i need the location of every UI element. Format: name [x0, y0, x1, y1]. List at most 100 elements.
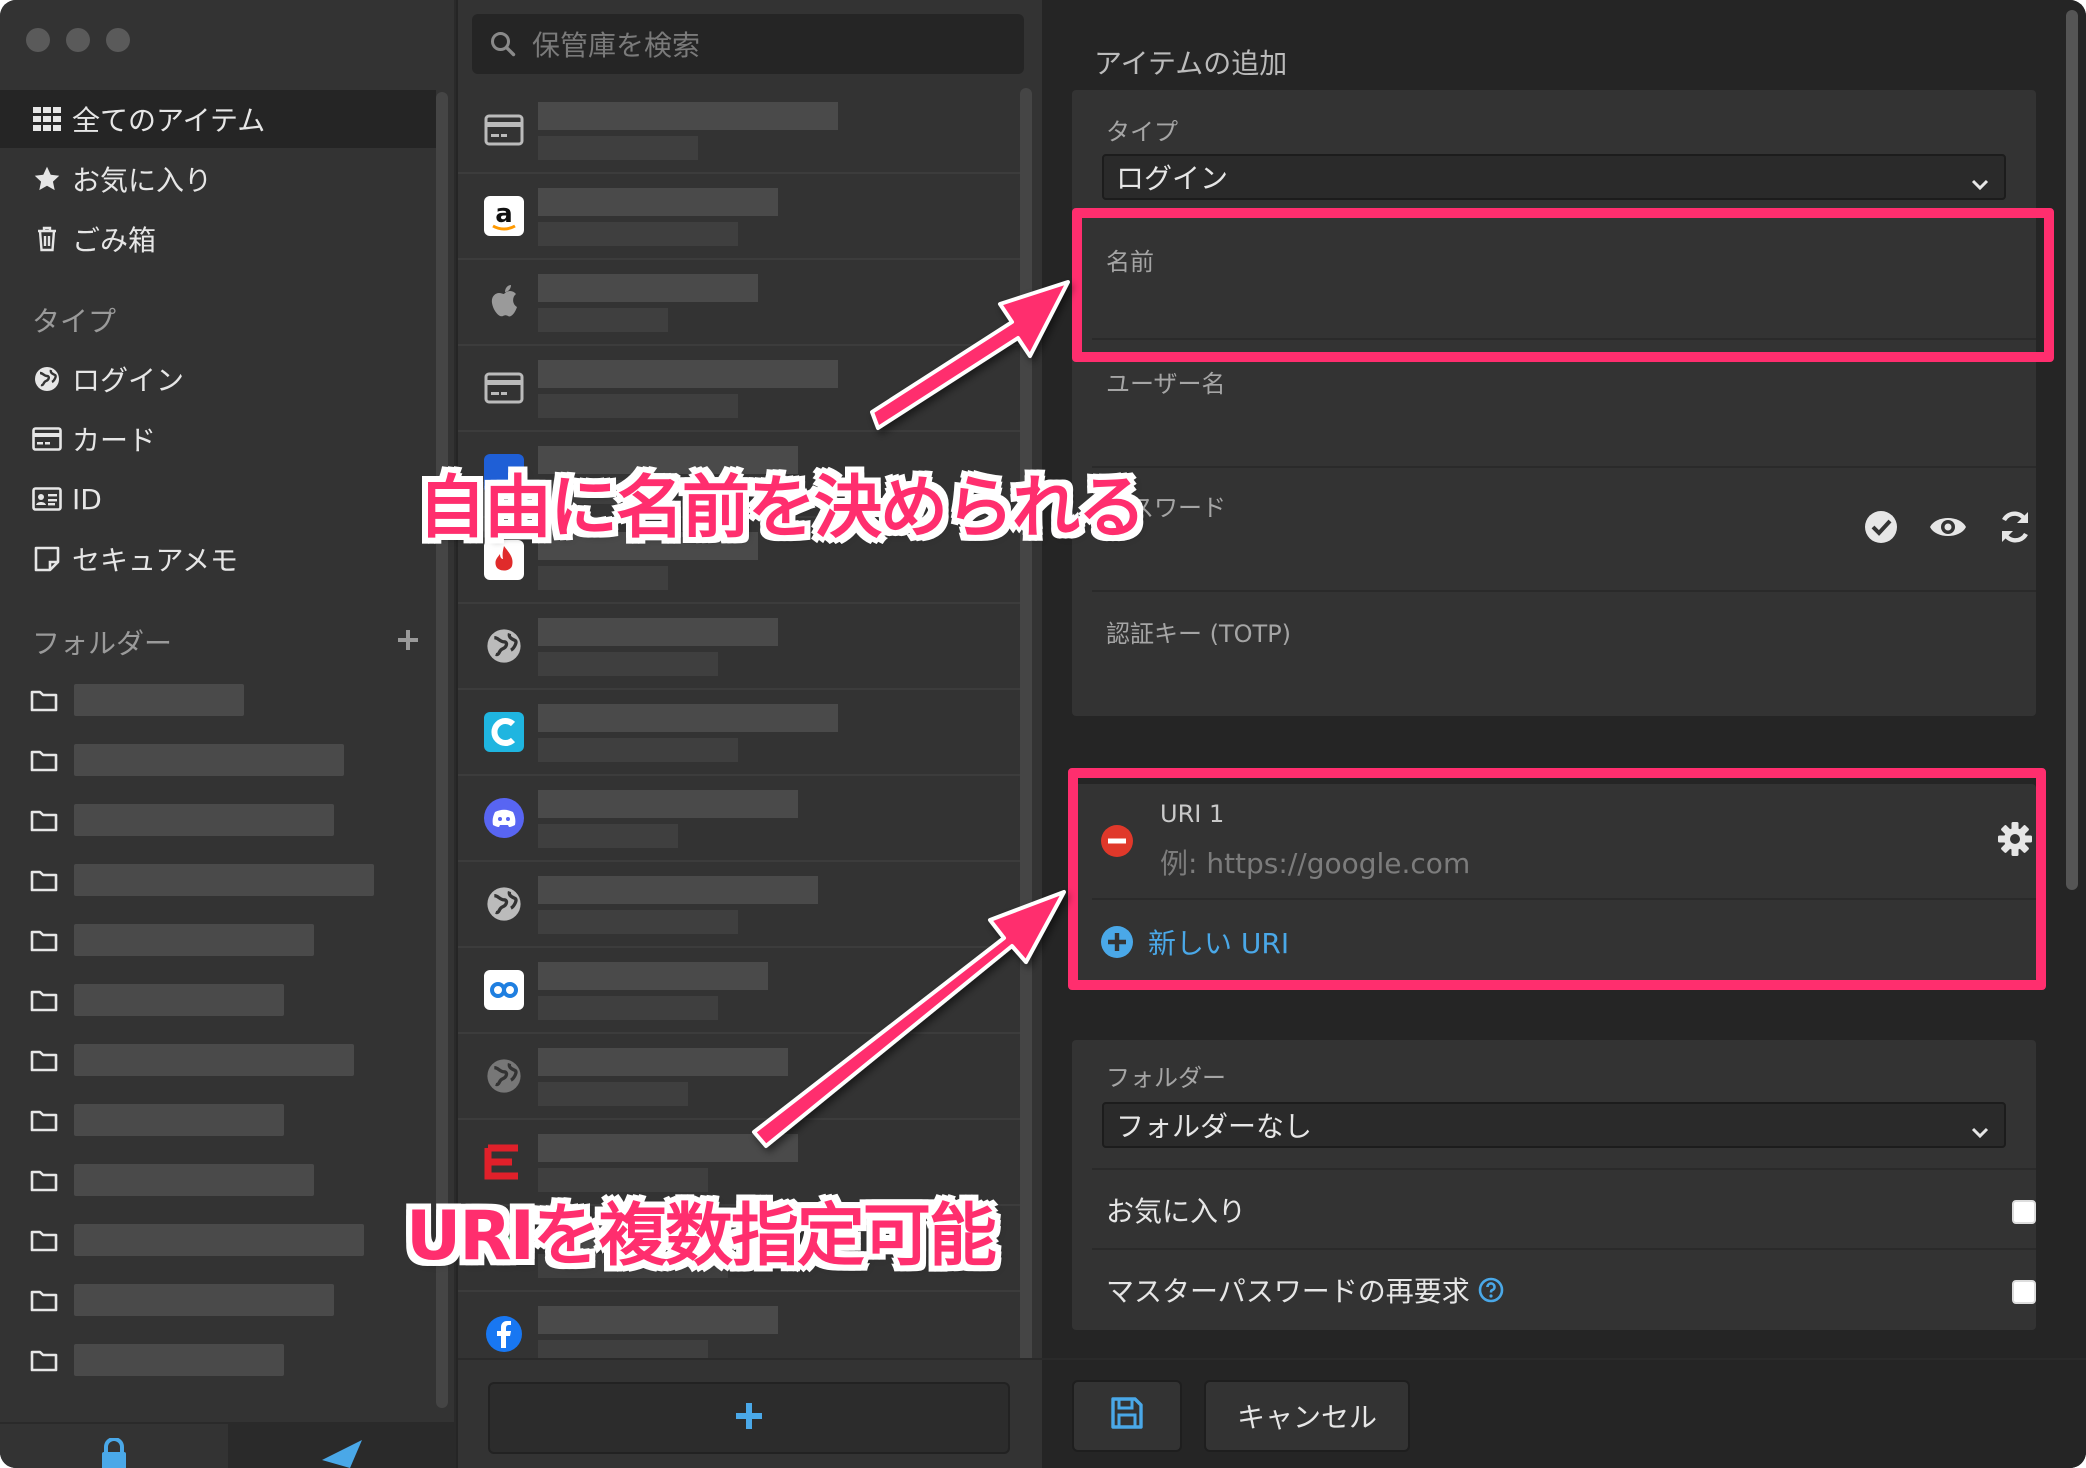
username-label: ユーザー名 — [1106, 370, 1226, 398]
folder-item[interactable] — [30, 920, 430, 960]
item-subtitle-redacted — [538, 738, 738, 762]
discord-icon — [482, 796, 526, 840]
item-name-redacted — [538, 962, 768, 990]
credit-card-icon — [30, 427, 64, 451]
sidebar-item-label: ごみ箱 — [72, 224, 157, 257]
globe-icon — [30, 366, 64, 392]
folder-icon — [30, 748, 58, 772]
editor-scrollbar[interactable] — [2066, 0, 2084, 900]
type-select[interactable]: ログイン — [1102, 154, 2006, 200]
folder-icon — [30, 928, 58, 952]
sidebar-item-secure-note[interactable]: セキュアメモ — [0, 530, 436, 588]
item-name-redacted — [538, 1048, 788, 1076]
folder-icon — [30, 808, 58, 832]
grid-icon — [30, 107, 64, 131]
item-subtitle-redacted — [538, 652, 718, 676]
list-item[interactable] — [458, 346, 1020, 432]
help-icon[interactable] — [1478, 1277, 1504, 1303]
sidebar-item-label: 全てのアイテム — [72, 104, 266, 137]
credit-card-icon — [482, 108, 526, 152]
favorite-checkbox[interactable] — [2012, 1200, 2036, 1224]
type-select-value: ログイン — [1116, 162, 1229, 195]
totp-label: 認証キー (TOTP) — [1106, 620, 1292, 648]
item-name-redacted — [538, 188, 778, 216]
chevron-down-icon — [1970, 1116, 1990, 1149]
folder-item[interactable] — [30, 680, 430, 720]
search-placeholder: 保管庫を検索 — [532, 29, 701, 62]
folder-icon — [30, 1168, 58, 1192]
folder-name-redacted — [74, 684, 244, 716]
globe-icon — [482, 624, 526, 668]
sidebar-item-trash[interactable]: ごみ箱 — [0, 210, 436, 268]
folder-item[interactable] — [30, 860, 430, 900]
folder-item[interactable] — [30, 1040, 430, 1080]
cancel-button[interactable]: キャンセル — [1204, 1380, 1410, 1452]
folder-name-redacted — [74, 804, 334, 836]
folder-item[interactable] — [30, 980, 430, 1020]
list-item[interactable] — [458, 1034, 1020, 1120]
generate-password-button[interactable] — [1998, 510, 2032, 548]
item-name-redacted — [538, 618, 778, 646]
folder-item[interactable] — [30, 1220, 430, 1260]
password-input[interactable] — [1092, 526, 1872, 572]
credit-card-icon — [482, 366, 526, 410]
item-name-redacted — [538, 704, 838, 732]
list-item[interactable] — [458, 604, 1020, 690]
lock-button[interactable] — [0, 1424, 228, 1468]
item-subtitle-redacted — [538, 824, 678, 848]
folder-select-value: フォルダーなし — [1116, 1110, 1313, 1143]
folder-item[interactable] — [30, 800, 430, 840]
list-item[interactable] — [458, 88, 1020, 174]
sidebar-item-identity[interactable]: ID — [0, 470, 436, 528]
reprompt-checkbox[interactable] — [2012, 1280, 2036, 1304]
folder-item[interactable] — [30, 1340, 430, 1380]
item-name-redacted — [538, 1306, 778, 1334]
list-item[interactable] — [458, 690, 1020, 776]
minimize-window-button[interactable] — [66, 28, 90, 52]
uri-callout: URIを複数指定可能 — [406, 1197, 997, 1276]
folder-icon — [30, 868, 58, 892]
save-button[interactable] — [1072, 1380, 1182, 1452]
list-item[interactable]: a — [458, 174, 1020, 260]
infinity-app-icon — [482, 968, 526, 1012]
send-button[interactable] — [228, 1424, 456, 1468]
folder-select[interactable]: フォルダーなし — [1102, 1102, 2006, 1148]
folder-name-redacted — [74, 1104, 284, 1136]
folder-icon — [30, 1348, 58, 1372]
list-item[interactable] — [458, 776, 1020, 862]
sidebar-item-card[interactable]: カード — [0, 410, 436, 468]
zoom-window-button[interactable] — [106, 28, 130, 52]
sidebar-item-favorites[interactable]: お気に入り — [0, 150, 436, 208]
favorite-label: お気に入り — [1106, 1195, 1247, 1228]
trash-icon — [30, 226, 64, 252]
close-window-button[interactable] — [26, 28, 50, 52]
folder-item[interactable] — [30, 1160, 430, 1200]
e-app-icon — [482, 1140, 526, 1184]
list-scrollbar[interactable] — [1020, 88, 1032, 1378]
list-item[interactable] — [458, 948, 1020, 1034]
check-password-button[interactable] — [1864, 510, 1898, 548]
folder-icon — [30, 1108, 58, 1132]
item-subtitle-redacted — [538, 308, 668, 332]
totp-input[interactable] — [1092, 652, 2016, 702]
list-item[interactable] — [458, 862, 1020, 948]
divider — [1092, 1248, 2036, 1250]
folder-item[interactable] — [30, 1100, 430, 1140]
add-folder-button[interactable] — [396, 628, 420, 652]
toggle-visibility-button[interactable] — [1928, 512, 1968, 546]
sidebar-item-login[interactable]: ログイン — [0, 350, 436, 408]
editor-footer: キャンセル — [1042, 1358, 2086, 1468]
list-footer — [458, 1358, 1042, 1468]
folder-item[interactable] — [30, 740, 430, 780]
add-item-button[interactable] — [488, 1382, 1010, 1454]
facebook-icon — [482, 1312, 526, 1356]
search-field[interactable]: 保管庫を検索 — [472, 14, 1024, 74]
sidebar-item-all-items[interactable]: 全てのアイテム — [0, 90, 436, 148]
login-fields-box: タイプ ログイン 名前 ユーザー名 パスワード 認証キー (TOTP) — [1072, 90, 2036, 716]
list-item[interactable] — [458, 260, 1020, 346]
amazon-icon: a — [482, 194, 526, 238]
types-heading: タイプ — [32, 305, 117, 338]
folder-item[interactable] — [30, 1280, 430, 1320]
divider — [1092, 466, 2036, 468]
username-input[interactable] — [1092, 402, 2016, 448]
